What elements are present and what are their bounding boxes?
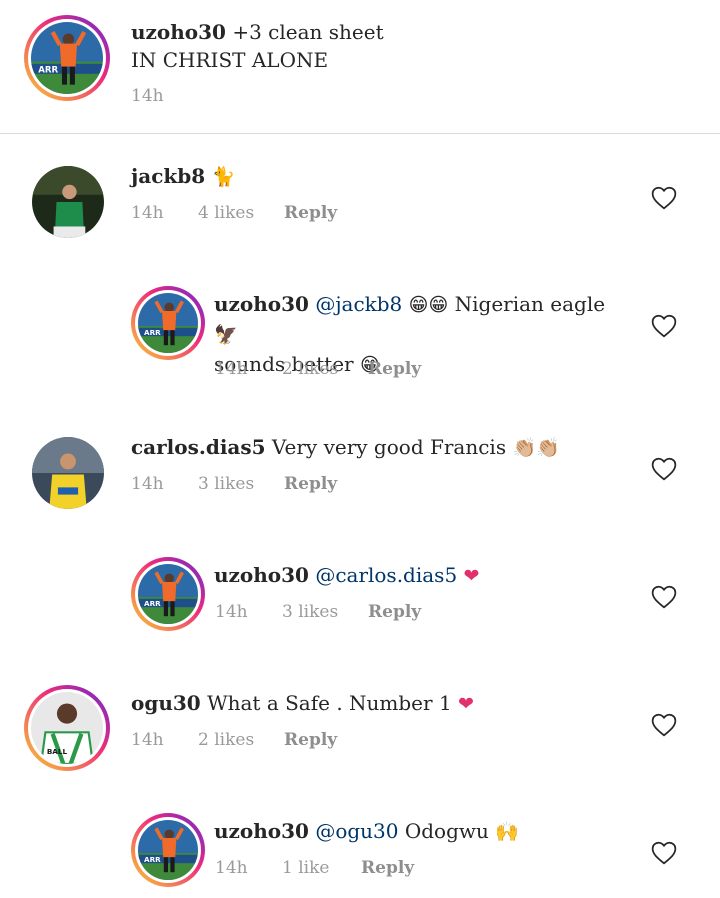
comment-username[interactable]: uzoho30	[214, 819, 309, 843]
reply-button[interactable]: Reply	[368, 359, 421, 379]
likes-count[interactable]: 2 likes	[198, 730, 254, 750]
heart-outline-icon[interactable]	[651, 585, 677, 609]
comment-username[interactable]: carlos.dias5	[131, 435, 266, 459]
reply-button[interactable]: Reply	[284, 474, 337, 494]
timestamp: 14h	[215, 602, 248, 622]
mention-link[interactable]: @ogu30	[315, 819, 398, 843]
heart-outline-icon[interactable]	[651, 713, 677, 737]
comment-text: What a Safe . Number 1	[207, 691, 452, 715]
heart-outline-icon[interactable]	[651, 314, 677, 338]
heart-outline-icon[interactable]	[651, 841, 677, 865]
likes-count[interactable]: 3 likes	[282, 602, 338, 622]
timestamp: 14h	[131, 86, 164, 106]
mention-link[interactable]: @jackb8	[315, 292, 402, 316]
likes-count[interactable]: 1 like	[282, 858, 329, 878]
timestamp: 14h	[215, 858, 248, 878]
reply-button[interactable]: Reply	[284, 730, 337, 750]
avatar[interactable]	[32, 437, 104, 509]
reply-button[interactable]: Reply	[361, 858, 414, 878]
heart-emoji: ❤	[458, 693, 474, 715]
likes-count[interactable]: 4 likes	[198, 203, 254, 223]
clap-emoji: 👏🏼👏🏼	[512, 437, 560, 459]
timestamp: 14h	[131, 474, 164, 494]
timestamp: 14h	[215, 359, 248, 379]
comment-emoji: 🐈	[211, 166, 236, 188]
avatar[interactable]	[24, 15, 110, 101]
heart-outline-icon[interactable]	[651, 457, 677, 481]
caption-text: +3 clean sheet	[232, 20, 384, 44]
timestamp: 14h	[131, 730, 164, 750]
reply-button[interactable]: Reply	[284, 203, 337, 223]
avatar[interactable]	[131, 557, 205, 631]
raised-hands-emoji: 🙌	[495, 821, 519, 843]
comment-emoji: 😁😁	[408, 294, 449, 316]
heart-emoji: ❤	[463, 565, 480, 587]
caption-block: uzoho30 +3 clean sheet IN CHRIST ALONE 1…	[0, 0, 720, 134]
likes-count[interactable]: 2 likes	[282, 359, 338, 379]
heart-outline-icon[interactable]	[651, 186, 677, 210]
eagle-emoji: 🦅	[214, 324, 238, 346]
caption-text-line2: IN CHRIST ALONE	[131, 48, 329, 72]
comment-username[interactable]: uzoho30	[214, 563, 309, 587]
avatar[interactable]	[24, 685, 110, 771]
comment-username[interactable]: uzoho30	[214, 292, 309, 316]
comment-text: Odogwu	[404, 819, 489, 843]
comment-text: Nigerian eagle	[454, 292, 606, 316]
avatar[interactable]	[131, 286, 205, 360]
comment-text: Very very good Francis	[271, 435, 507, 459]
mention-link[interactable]: @carlos.dias5	[315, 563, 457, 587]
likes-count[interactable]: 3 likes	[198, 474, 254, 494]
comment-username[interactable]: ogu30	[131, 691, 201, 715]
timestamp: 14h	[131, 203, 164, 223]
comment-username[interactable]: jackb8	[131, 164, 205, 188]
caption-username[interactable]: uzoho30	[131, 20, 226, 44]
avatar[interactable]	[131, 813, 205, 887]
avatar[interactable]	[32, 166, 104, 238]
reply-button[interactable]: Reply	[368, 602, 421, 622]
